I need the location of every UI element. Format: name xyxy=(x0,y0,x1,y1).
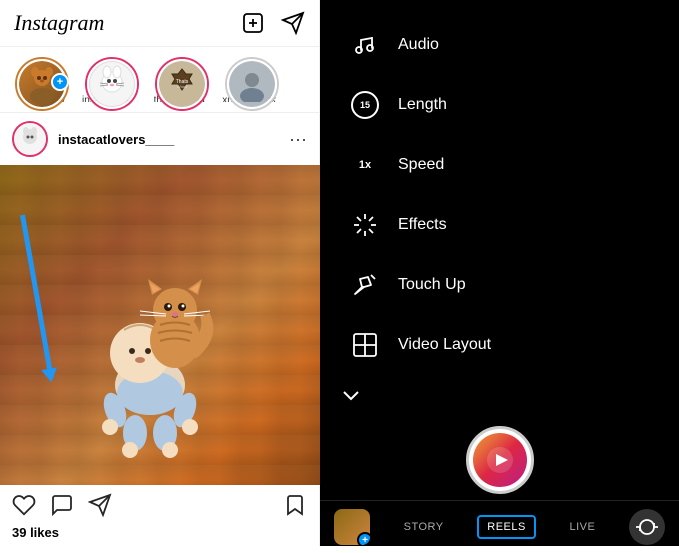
menu-item-length[interactable]: 15 Length xyxy=(340,76,679,134)
post-username: instacatlovers____ xyxy=(58,132,279,147)
top-bar: Instagram xyxy=(0,0,319,47)
touchup-label: Touch Up xyxy=(398,276,466,294)
menu-item-effects[interactable]: Effects xyxy=(340,196,679,254)
story-thats-wood[interactable]: Thats Wood thats_wood_ xyxy=(152,57,212,102)
menu-item-audio[interactable]: Audio xyxy=(340,16,679,74)
post-actions xyxy=(0,485,319,525)
add-story-badge[interactable]: + xyxy=(51,73,69,91)
instagram-logo: Instagram xyxy=(14,10,104,36)
instagram-feed-panel: Instagram xyxy=(0,0,320,546)
chevron-down-button[interactable] xyxy=(320,374,679,416)
post-avatar[interactable] xyxy=(12,121,48,157)
comment-button[interactable] xyxy=(50,493,74,517)
speed-icon: 1x xyxy=(350,150,380,180)
gallery-thumbnail[interactable]: + xyxy=(334,509,370,545)
new-post-button[interactable] xyxy=(241,11,265,35)
reels-camera-panel: Audio 15 Length 1x Speed xyxy=(320,0,679,546)
tab-reels[interactable]: REELS xyxy=(477,515,536,539)
menu-item-video-layout[interactable]: Video Layout xyxy=(340,316,679,374)
like-button[interactable] xyxy=(12,493,36,517)
tab-story[interactable]: STORY xyxy=(396,517,452,537)
add-media-badge: + xyxy=(357,532,370,545)
bookmark-button[interactable] xyxy=(283,493,307,517)
menu-item-touchup[interactable]: Touch Up xyxy=(340,256,679,314)
audio-icon xyxy=(350,30,380,60)
capture-row xyxy=(320,416,679,500)
audio-label: Audio xyxy=(398,36,439,54)
video-layout-label: Video Layout xyxy=(398,336,491,354)
capture-button-inner xyxy=(473,433,527,487)
capture-button[interactable] xyxy=(466,426,534,494)
effects-icon xyxy=(350,210,380,240)
story-xronis[interactable]: xronis_pegk_ xyxy=(222,57,282,102)
likes-count: 39 likes xyxy=(0,525,319,540)
speed-label: Speed xyxy=(398,156,444,174)
post-header: instacatlovers____ ··· xyxy=(0,113,319,165)
top-bar-icons xyxy=(241,11,305,35)
effects-label: Effects xyxy=(398,216,447,234)
svg-text:Wood: Wood xyxy=(177,84,187,89)
bottom-nav: + STORY REELS LIVE xyxy=(320,500,679,553)
tab-live[interactable]: LIVE xyxy=(562,517,604,537)
post-more-button[interactable]: ··· xyxy=(289,129,307,150)
cat-illustration xyxy=(130,275,220,375)
menu-item-speed[interactable]: 1x Speed xyxy=(340,136,679,194)
video-layout-icon xyxy=(350,330,380,360)
story-instacatlovers[interactable]: instacatlovers_ xyxy=(82,57,142,102)
flip-camera-button[interactable] xyxy=(629,509,665,545)
send-button[interactable] xyxy=(281,11,305,35)
reels-menu: Audio 15 Length 1x Speed xyxy=(320,0,679,374)
length-label: Length xyxy=(398,96,447,114)
share-button[interactable] xyxy=(88,493,112,517)
length-icon: 15 xyxy=(350,90,380,120)
post-image xyxy=(0,165,320,485)
touchup-icon xyxy=(350,270,380,300)
stories-row: + Your Story xyxy=(0,47,319,113)
your-story-item[interactable]: + Your Story xyxy=(12,57,72,102)
